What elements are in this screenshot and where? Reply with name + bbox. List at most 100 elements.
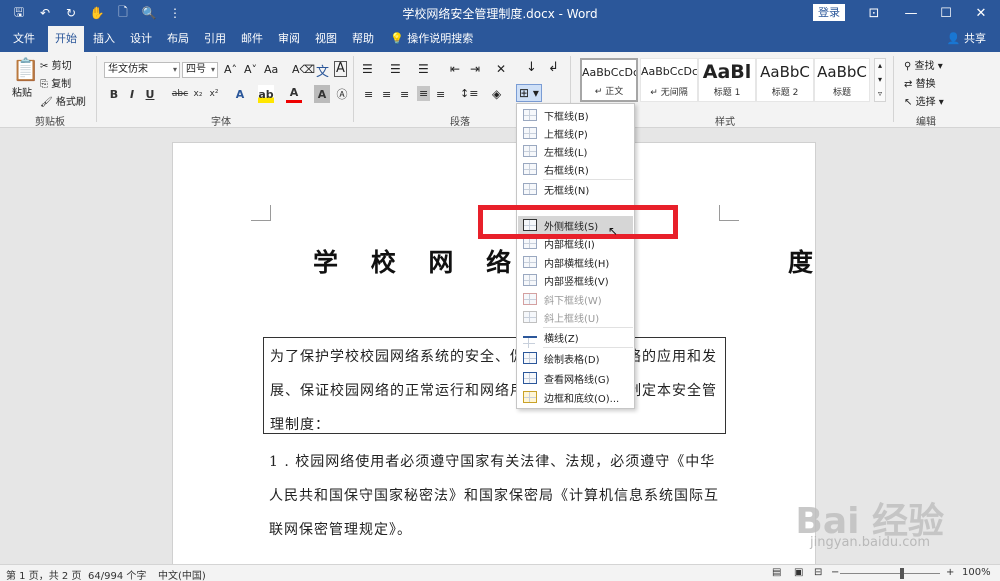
zoom-slider-thumb[interactable]	[900, 568, 904, 579]
line-spacing-icon[interactable]: ↕≡	[460, 87, 478, 100]
tab-review[interactable]: 审阅	[271, 26, 307, 52]
tab-help[interactable]: 帮助	[345, 26, 381, 52]
print-layout-icon[interactable]: ▣	[794, 567, 803, 578]
login-button[interactable]: 登录	[813, 4, 845, 21]
highlight-icon[interactable]: ab	[258, 85, 274, 103]
zoom-level[interactable]: 100%	[962, 567, 991, 578]
replace-button[interactable]: ⇄ 替换	[904, 75, 936, 90]
menu-item-top-border[interactable]: 上框线(P)	[518, 124, 633, 142]
distributed-icon[interactable]: ≡	[436, 88, 445, 101]
shading-icon[interactable]: ◈	[492, 87, 501, 101]
tab-home[interactable]: 开始	[48, 26, 84, 52]
tab-design[interactable]: 设计	[123, 26, 159, 52]
char-border-icon[interactable]: Ⓐ	[334, 85, 350, 103]
copy-button[interactable]: ⎘ 复制	[40, 75, 71, 90]
font-size-combo[interactable]: 四号 ▾	[182, 62, 218, 78]
change-case-icon[interactable]: Aa	[264, 63, 278, 76]
minimize-icon[interactable]: —	[893, 2, 929, 24]
menu-item-label: 内部竖框线(V)	[544, 276, 609, 288]
language[interactable]: 中文(中国)	[158, 567, 206, 581]
enclose-char-icon[interactable]: A	[334, 61, 347, 77]
zoom-in-icon[interactable]: +	[946, 567, 954, 578]
bordered-paragraph[interactable]: 为了保护学校校园网络系统的安全、促 络的应用和发 展、保证校园网络的正常运行和网络…	[263, 337, 726, 434]
font-color-icon[interactable]: A	[286, 85, 302, 103]
align-right-icon[interactable]: ≡	[400, 88, 409, 101]
font-name-combo[interactable]: 华文仿宋 ▾	[104, 62, 180, 78]
style-no-spacing[interactable]: AaBbCcDc ↵ 无间隔	[640, 58, 698, 102]
menu-item-inside-horizontal[interactable]: 内部横框线(H)	[518, 253, 633, 271]
strikethrough-button[interactable]: abc	[172, 85, 188, 103]
text-effects-icon[interactable]: A	[232, 85, 248, 103]
zoom-slider-track[interactable]	[840, 573, 940, 574]
show-marks-icon[interactable]: ↲	[548, 60, 559, 75]
style-sample: AaBbCcDc	[641, 65, 697, 78]
maximize-icon[interactable]: ☐	[928, 2, 964, 24]
menu-item-left-border[interactable]: 左框线(L)	[518, 142, 633, 160]
styles-scroll[interactable]: ▴ ▾ ▿	[874, 58, 886, 102]
underline-button[interactable]: U	[142, 85, 158, 103]
menu-item-right-border[interactable]: 右框线(R)	[518, 160, 633, 178]
tab-mailings[interactable]: 邮件	[234, 26, 270, 52]
menu-item-view-gridlines[interactable]: 查看网格线(G)	[518, 369, 633, 387]
select-button[interactable]: ↖ 选择 ▾	[904, 93, 944, 108]
chinese-layout-icon[interactable]: ✕	[496, 62, 506, 76]
menu-item-bottom-border[interactable]: 下框线(B)	[518, 106, 633, 124]
group-separator	[353, 56, 354, 122]
bold-button[interactable]: B	[106, 85, 122, 103]
style-normal[interactable]: AaBbCcDc ↵ 正文	[580, 58, 638, 102]
tab-insert[interactable]: 插入	[86, 26, 122, 52]
tab-view[interactable]: 视图	[308, 26, 344, 52]
menu-item-label: 下框线(B)	[544, 111, 589, 123]
style-heading-2[interactable]: AaBbC 标题 2	[756, 58, 814, 102]
clear-format-icon[interactable]: A⌫	[292, 63, 315, 76]
paste-button[interactable]: 粘贴	[12, 84, 32, 99]
word-count[interactable]: 64/994 个字	[88, 567, 146, 581]
paste-icon[interactable]: 📋	[12, 58, 39, 83]
chevron-down-icon: ▾	[172, 65, 177, 74]
phonetic-icon[interactable]: 文	[316, 61, 329, 80]
subscript-button[interactable]: x₂	[190, 85, 206, 103]
text-line: 为了保护学校校园网络系统的安全、促 络的应用和发	[270, 340, 719, 374]
tab-file[interactable]: 文件	[6, 26, 42, 52]
menu-item-inside-vertical[interactable]: 内部竖框线(V)	[518, 271, 633, 289]
ribbon-display-icon[interactable]: ⊡	[856, 2, 892, 24]
copy-icon: ⎘	[40, 79, 48, 90]
body-paragraph[interactable]: 1 . 校园网络使用者必须遵守国家有关法律、法规，必须遵守《中华 人民共和国保守…	[269, 445, 719, 547]
style-title[interactable]: AaBbC 标题	[814, 58, 870, 102]
tell-me-search[interactable]: 💡 操作说明搜索	[390, 26, 480, 52]
align-left-icon[interactable]: ≡	[364, 88, 373, 101]
web-layout-icon[interactable]: ⊟	[814, 567, 822, 578]
superscript-button[interactable]: x²	[206, 85, 222, 103]
menu-item-no-border[interactable]: 无框线(N)	[518, 180, 633, 198]
share-button[interactable]: 👤 共享	[947, 26, 986, 52]
numbering-icon[interactable]: ☰	[390, 62, 401, 76]
sort-icon[interactable]: ↓	[526, 60, 537, 75]
read-mode-icon[interactable]: ▤	[772, 567, 781, 578]
find-button[interactable]: ⚲ 查找 ▾	[904, 57, 943, 72]
justify-icon[interactable]: ≡	[417, 86, 431, 101]
format-painter-button[interactable]: 🖌 格式刷	[40, 93, 86, 108]
menu-item-draw-table[interactable]: 绘制表格(D)	[518, 349, 633, 367]
zoom-out-icon[interactable]: −	[831, 567, 839, 578]
bullets-icon[interactable]: ☰	[362, 62, 373, 76]
multilevel-list-icon[interactable]: ☰	[418, 62, 429, 76]
italic-button[interactable]: I	[124, 85, 140, 103]
close-icon[interactable]: ✕	[963, 2, 999, 24]
menu-item-horizontal-line[interactable]: 横线(Z)	[518, 328, 633, 348]
tab-layout[interactable]: 布局	[160, 26, 196, 52]
menu-item-borders-shading[interactable]: 边框和底纹(O)...	[518, 388, 633, 406]
tab-references[interactable]: 引用	[197, 26, 233, 52]
status-bar: 第 1 页，共 2 页 64/994 个字 中文(中国) ▤ ▣ ⊟ − + 1…	[0, 564, 1000, 581]
borders-shading-icon	[523, 391, 537, 403]
page-count[interactable]: 第 1 页，共 2 页	[6, 567, 81, 581]
cut-button[interactable]: ✂ 剪切	[40, 57, 72, 72]
decrease-indent-icon[interactable]: ⇤	[450, 62, 460, 76]
borders-button[interactable]: ⊞ ▾	[516, 84, 542, 102]
style-heading-1[interactable]: AaBl 标题 1	[698, 58, 756, 102]
align-center-icon[interactable]: ≡	[382, 88, 391, 101]
watermark-url: jingyan.baidu.com	[810, 535, 930, 550]
grow-font-icon[interactable]: A˄	[224, 63, 237, 76]
char-shading-icon[interactable]: A	[314, 85, 330, 103]
increase-indent-icon[interactable]: ⇥	[470, 62, 480, 76]
shrink-font-icon[interactable]: A˅	[244, 63, 257, 76]
